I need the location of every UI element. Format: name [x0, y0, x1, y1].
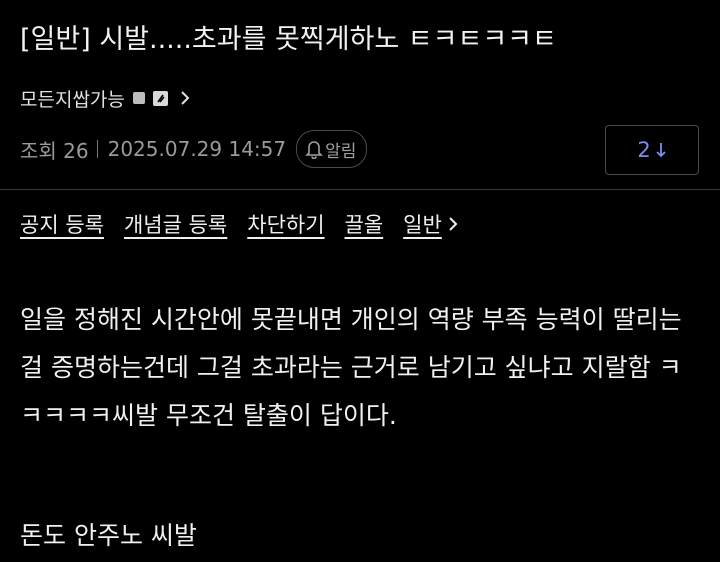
header-divider — [0, 189, 720, 190]
post-meta: 조회 26 2025.07.29 14:57 알림 — [20, 130, 368, 168]
alarm-label: 알림 — [325, 141, 357, 162]
block-link[interactable]: 차단하기 — [247, 209, 324, 239]
pull-up-link[interactable]: 끌올 — [345, 209, 384, 239]
comment-count-button[interactable]: 2 — [605, 125, 699, 175]
post-body-paragraph: 일을 정해진 시간안에 못끝내면 개인의 역량 부족 능력이 딸리는 걸 증명하… — [20, 305, 682, 430]
chevron-right-icon[interactable] — [180, 90, 190, 106]
view-count: 조회 26 — [20, 138, 89, 163]
fixed-nick-icon — [152, 90, 168, 106]
post-body-paragraph: 돈도 안주노 씨발 — [20, 521, 197, 550]
concept-register-link[interactable]: 개념글 등록 — [124, 209, 227, 239]
notice-register-link[interactable]: 공지 등록 — [20, 209, 104, 239]
post-actions: 공지 등록 개념글 등록 차단하기 끌올 일반 — [20, 205, 458, 243]
chevron-right-icon — [449, 217, 458, 231]
category-label[interactable]: 일반 — [403, 209, 442, 239]
author-name[interactable]: 모든지쌉가능 — [20, 85, 125, 112]
post-title: [일반] 시발.....초과를 못찍게하노 ㅌㅋㅌㅋㅋㅌ — [20, 24, 557, 55]
bell-icon — [305, 141, 324, 159]
author-row[interactable]: 모든지쌉가능 — [20, 82, 190, 114]
meta-divider — [96, 140, 98, 158]
category-link[interactable]: 일반 — [403, 209, 458, 239]
alarm-button[interactable]: 알림 — [296, 130, 368, 168]
gray-square-icon — [132, 92, 145, 104]
arrow-down-icon — [656, 143, 666, 158]
post-datetime: 2025.07.29 14:57 — [107, 137, 287, 161]
comment-count: 2 — [637, 138, 651, 162]
